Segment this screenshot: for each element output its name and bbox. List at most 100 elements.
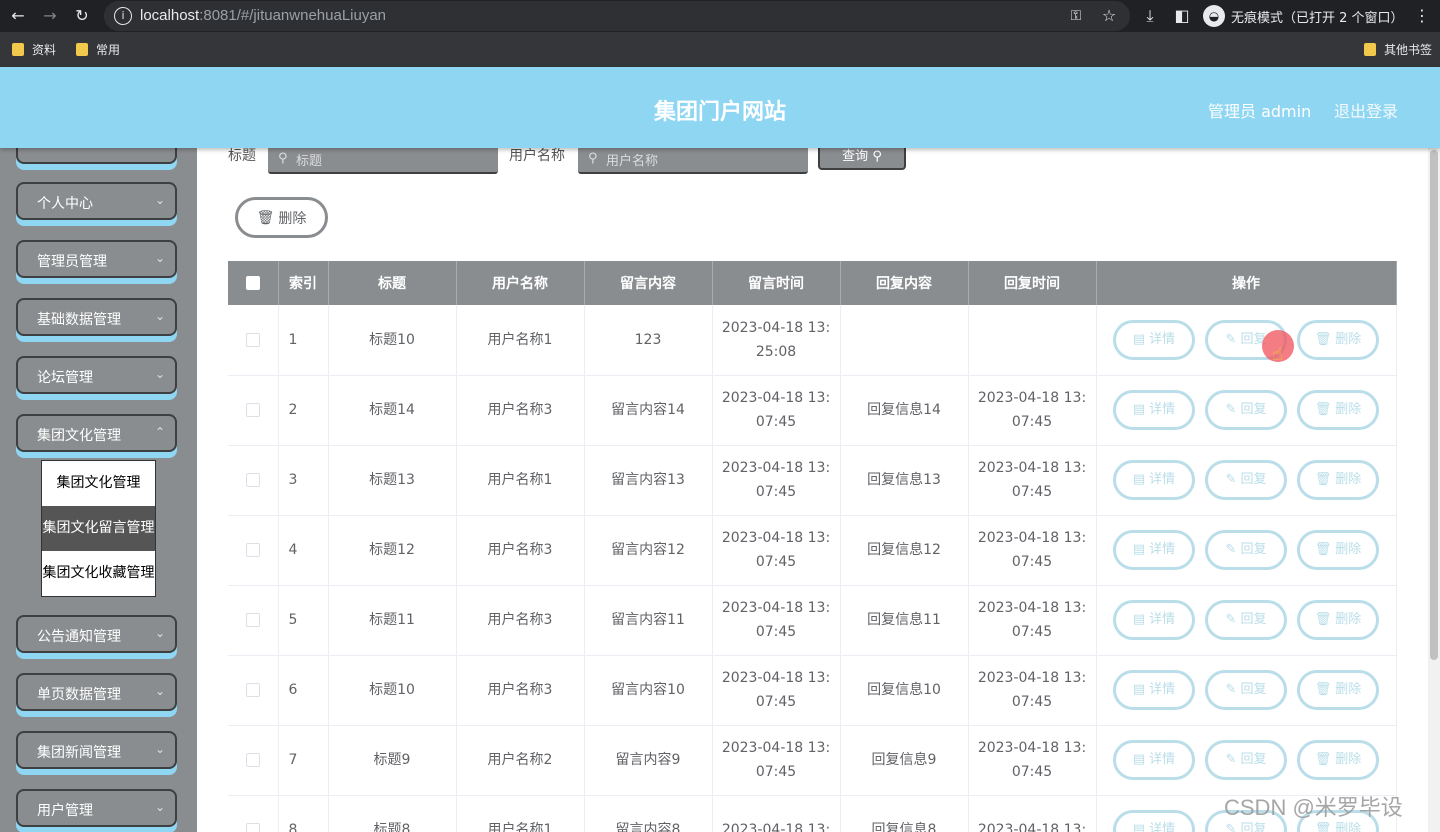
delete-button[interactable]: 🗑 删除 bbox=[1297, 600, 1379, 640]
user-search-label: 用户名称 bbox=[509, 148, 565, 164]
detail-button[interactable]: ▤ 详情 bbox=[1113, 319, 1195, 360]
delete-button[interactable]: 🗑 删除 bbox=[1297, 460, 1379, 500]
batch-delete-button[interactable]: 🗑 删除 bbox=[235, 197, 328, 238]
title-search-field[interactable] bbox=[296, 150, 486, 170]
row-checkbox[interactable] bbox=[245, 613, 260, 627]
incognito-indicator[interactable]: ◒ 无痕模式（已打开 2 个窗口） bbox=[1203, 4, 1404, 28]
column-header: 操作 bbox=[1096, 261, 1397, 305]
detail-button[interactable]: ▤ 详情 bbox=[1113, 460, 1195, 500]
row-checkbox[interactable] bbox=[245, 823, 260, 832]
sidebar-item-basic-data[interactable]: 基础数据管理 ⌄ bbox=[16, 298, 177, 336]
delete-button[interactable]: 🗑 删除 bbox=[1297, 390, 1379, 430]
menu-dots-icon[interactable]: ⋮ bbox=[1410, 4, 1434, 28]
detail-button[interactable]: ▤ 详情 bbox=[1113, 670, 1195, 710]
row-select-cell[interactable] bbox=[228, 795, 279, 832]
row-checkbox[interactable] bbox=[245, 543, 260, 557]
sidebar-item-home[interactable] bbox=[16, 148, 177, 164]
edit-icon: ✎ bbox=[1225, 402, 1237, 417]
site-info-icon[interactable]: i bbox=[114, 7, 132, 25]
row-checkbox[interactable] bbox=[245, 403, 260, 417]
bookmark-folder[interactable]: 常用 bbox=[76, 41, 120, 58]
select-all-checkbox[interactable] bbox=[245, 276, 260, 290]
row-select-cell[interactable] bbox=[228, 305, 279, 376]
row-checkbox[interactable] bbox=[245, 753, 260, 767]
logout-link[interactable]: 退出登录 bbox=[1334, 98, 1398, 122]
detail-button[interactable]: ▤ 详情 bbox=[1113, 600, 1195, 640]
sidebar-item-users[interactable]: 用户管理 ⌄ bbox=[16, 789, 177, 827]
row-select-cell[interactable] bbox=[228, 515, 279, 586]
row-checkbox[interactable] bbox=[245, 473, 260, 487]
submenu-item-culture-favorites[interactable]: 集团文化收藏管理 bbox=[42, 551, 155, 596]
sidebar-item-culture[interactable]: 集团文化管理 ⌃ bbox=[16, 414, 177, 452]
user-search-input[interactable]: ⚲ bbox=[578, 148, 808, 174]
reload-icon[interactable]: ↻ bbox=[70, 4, 94, 28]
row-select-cell[interactable] bbox=[228, 725, 279, 796]
delete-button[interactable]: 🗑 删除 bbox=[1297, 670, 1379, 710]
detail-button[interactable]: ▤ 详情 bbox=[1113, 740, 1195, 780]
actions-cell: ▤ 详情 ✎ 回复 🗑 删除 bbox=[1096, 305, 1397, 376]
reply-button[interactable]: ✎ 回复 bbox=[1205, 670, 1287, 710]
forward-icon[interactable]: → bbox=[38, 4, 62, 28]
row-select-cell[interactable] bbox=[228, 445, 279, 516]
search-icon: ⚲ bbox=[278, 151, 288, 166]
detail-button[interactable]: ▤ 详情 bbox=[1113, 530, 1195, 570]
row-checkbox[interactable] bbox=[245, 683, 260, 697]
other-bookmarks[interactable]: 其他书签 bbox=[1364, 41, 1432, 58]
reply-time-cell: 2023-04-18 13: 07:45 bbox=[968, 445, 1097, 516]
reply-cell: 回复信息11 bbox=[840, 585, 969, 656]
title-search-input[interactable]: ⚲ bbox=[268, 148, 498, 174]
detail-button[interactable]: ▤ 详情 bbox=[1113, 810, 1195, 832]
delete-button[interactable]: 🗑 删除 bbox=[1297, 319, 1379, 360]
user-cell: 用户名称3 bbox=[456, 585, 585, 656]
bookmark-folder[interactable]: 资料 bbox=[12, 41, 56, 58]
detail-button[interactable]: ▤ 详情 bbox=[1113, 390, 1195, 430]
download-icon[interactable]: ⤓ bbox=[1138, 4, 1162, 28]
reply-button[interactable]: ✎ 回复 bbox=[1205, 460, 1287, 500]
index-cell: 3 bbox=[278, 445, 329, 516]
delete-button[interactable]: 🗑 删除 bbox=[1297, 530, 1379, 570]
address-bar[interactable]: i localhost:8081/#/jituanwnehuaLiuyan ⚿ … bbox=[104, 1, 1130, 31]
row-select-cell[interactable] bbox=[228, 375, 279, 446]
back-icon[interactable]: ← bbox=[6, 4, 30, 28]
sidebar-item-forum[interactable]: 论坛管理 ⌄ bbox=[16, 356, 177, 394]
sidebar-item-admin[interactable]: 管理员管理 ⌄ bbox=[16, 240, 177, 278]
content-cell: 123 bbox=[584, 305, 713, 376]
sidebar-item-profile[interactable]: 个人中心 ⌄ bbox=[16, 182, 177, 220]
delete-button[interactable]: 🗑 删除 bbox=[1297, 740, 1379, 780]
index-cell: 8 bbox=[278, 795, 329, 832]
url-text[interactable]: localhost:8081/#/jituanwnehuaLiuyan bbox=[140, 7, 386, 24]
submenu-item-culture-messages[interactable]: 集团文化留言管理 bbox=[42, 506, 155, 551]
index-cell: 1 bbox=[278, 305, 329, 376]
row-select-cell[interactable] bbox=[228, 585, 279, 656]
row-checkbox[interactable] bbox=[245, 332, 260, 347]
search-icon: ⚲ bbox=[872, 149, 882, 164]
document-icon: ▤ bbox=[1132, 472, 1146, 487]
reply-button[interactable]: ✎ 回复 bbox=[1205, 600, 1287, 640]
reply-button[interactable]: ✎ 回复 bbox=[1205, 530, 1287, 570]
scrollbar-thumb[interactable] bbox=[1430, 150, 1438, 660]
table-row: 8 标题8 用户名称1 留言内容8 2023-04-18 13: 回复信息8 2023-04… bbox=[228, 795, 1397, 832]
user-cell: 用户名称3 bbox=[456, 375, 585, 446]
sidebar-item-notice[interactable]: 公告通知管理 ⌄ bbox=[16, 615, 177, 653]
reply-cell bbox=[840, 305, 969, 376]
user-search-field[interactable] bbox=[606, 150, 796, 170]
title-cell: 标题10 bbox=[328, 305, 457, 376]
reply-button[interactable]: ✎ 回复 bbox=[1205, 390, 1287, 430]
submenu-item-culture[interactable]: 集团文化管理 bbox=[42, 461, 155, 506]
key-icon[interactable]: ⚿ bbox=[1064, 4, 1088, 28]
browser-toolbar: ← → ↻ i localhost:8081/#/jituanwnehuaLiu… bbox=[0, 0, 1440, 32]
sidepanel-icon[interactable]: ◧ bbox=[1170, 4, 1194, 28]
content-cell: 留言内容12 bbox=[584, 515, 713, 586]
table-row: 3 标题13 用户名称1 留言内容13 2023-04-18 13: 07:45 回复信息1… bbox=[228, 445, 1397, 516]
sidebar-item-news[interactable]: 集团新闻管理 ⌄ bbox=[16, 731, 177, 769]
sidebar-item-pages[interactable]: 单页数据管理 ⌄ bbox=[16, 673, 177, 711]
reply-cell: 回复信息13 bbox=[840, 445, 969, 516]
star-icon[interactable]: ☆ bbox=[1097, 4, 1121, 28]
select-all-cell[interactable] bbox=[228, 261, 279, 305]
reply-button[interactable]: ✎ 回复 bbox=[1205, 740, 1287, 780]
content-cell: 留言内容14 bbox=[584, 375, 713, 446]
row-select-cell[interactable] bbox=[228, 655, 279, 726]
query-button[interactable]: 查询 ⚲ bbox=[818, 148, 906, 170]
actions-cell: ▤ 详情 ✎ 回复 🗑 删除 bbox=[1096, 515, 1397, 586]
table-row: 5 标题11 用户名称3 留言内容11 2023-04-18 13: 07:45 回复信息1… bbox=[228, 585, 1397, 656]
